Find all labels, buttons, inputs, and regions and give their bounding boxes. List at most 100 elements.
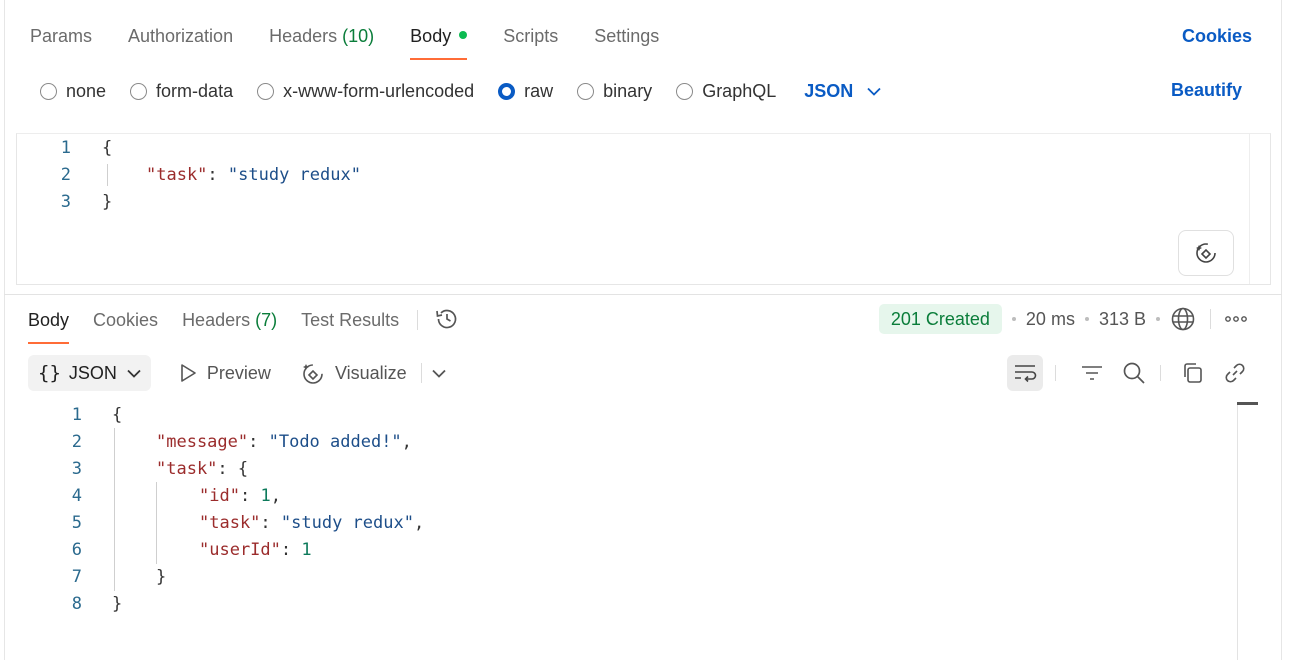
ai-assist-button[interactable]	[1178, 230, 1234, 276]
code-line: }	[156, 567, 167, 587]
language-value: JSON	[804, 80, 854, 101]
tab-params[interactable]: Params	[30, 22, 92, 60]
json-comma: ,	[270, 486, 281, 506]
line-number: 8	[71, 594, 82, 614]
json-number: 1	[260, 486, 271, 506]
radio-label: none	[66, 80, 107, 101]
visualize-options-button[interactable]	[432, 369, 446, 378]
editor-scrollbar[interactable]	[1249, 134, 1250, 284]
globe-icon	[1171, 307, 1195, 331]
code-line: "message": "Todo added!",	[156, 432, 412, 452]
beautify-button[interactable]: Beautify	[1171, 80, 1242, 101]
json-key: "userId"	[199, 540, 281, 560]
response-time[interactable]: 20 ms	[1026, 309, 1075, 330]
json-string: "study redux"	[280, 513, 414, 533]
json-key: "message"	[156, 432, 249, 452]
json-punctuation: : {	[217, 459, 249, 479]
tab-label: Cookies	[93, 310, 159, 330]
filter-button[interactable]	[1074, 355, 1110, 391]
tab-label: Authorization	[128, 26, 234, 46]
preview-label: Preview	[206, 362, 271, 383]
separator	[1210, 309, 1211, 329]
visualize-button[interactable]: Visualize	[301, 361, 407, 385]
separator-dot	[1156, 317, 1160, 321]
format-value: JSON	[68, 362, 117, 383]
line-number: 2	[71, 432, 82, 452]
json-colon: :	[239, 486, 261, 506]
line-number: 3	[71, 459, 82, 479]
tab-settings[interactable]: Settings	[594, 22, 659, 60]
json-colon: :	[280, 540, 302, 560]
request-tabs: Params Authorization Headers (10) Body S…	[30, 22, 659, 62]
json-string: "study redux"	[227, 165, 361, 185]
radio-x-www-form-urlencoded[interactable]: x-www-form-urlencoded	[257, 81, 474, 102]
cookies-button[interactable]: Cookies	[1182, 26, 1252, 47]
tab-separator	[417, 310, 419, 330]
response-tab-headers[interactable]: Headers (7)	[182, 306, 277, 344]
tab-label: Test Results	[301, 310, 400, 330]
response-body-viewer[interactable]: 1 2 3 4 5 6 7 8 { "message": "Todo added…	[0, 400, 1240, 660]
response-size[interactable]: 313 B	[1099, 309, 1146, 330]
response-format-select[interactable]: {} JSON	[28, 355, 151, 391]
json-comma: ,	[401, 432, 412, 452]
tab-authorization[interactable]: Authorization	[128, 22, 233, 60]
tab-body[interactable]: Body	[410, 22, 468, 60]
ai-assist-icon	[1196, 243, 1216, 263]
play-icon	[181, 364, 196, 382]
filter-icon	[1082, 366, 1102, 380]
response-tab-test-results[interactable]: Test Results	[301, 306, 399, 344]
copy-icon	[1184, 363, 1202, 383]
radio-circle	[257, 82, 275, 100]
braces-icon: {}	[38, 362, 61, 384]
tab-label: Body	[410, 26, 452, 46]
code-line: {	[112, 405, 123, 425]
radio-none[interactable]: none	[40, 81, 106, 102]
line-number: 2	[60, 165, 71, 185]
tab-label: Body	[28, 310, 70, 330]
radio-binary[interactable]: binary	[577, 81, 652, 102]
radio-raw[interactable]: raw	[498, 81, 553, 102]
modified-dot-icon	[459, 31, 468, 40]
tab-headers[interactable]: Headers (10)	[269, 22, 374, 60]
history-button[interactable]	[434, 306, 460, 337]
json-number: 1	[301, 540, 312, 560]
response-toolbar: {} JSON Preview Visualize	[28, 354, 446, 392]
tab-label: Scripts	[503, 26, 559, 46]
separator-dot	[1084, 317, 1089, 321]
json-colon: :	[260, 513, 281, 533]
more-horizontal-icon	[1225, 316, 1247, 322]
radio-label: form-data	[156, 80, 234, 101]
json-string: "Todo added!"	[268, 432, 402, 452]
response-tab-cookies[interactable]: Cookies	[93, 306, 158, 344]
preview-button[interactable]: Preview	[179, 363, 271, 384]
language-select[interactable]: JSON	[804, 81, 881, 102]
separator-dot	[1011, 317, 1016, 321]
panel-divider[interactable]	[4, 294, 1282, 295]
response-scrollbar-track[interactable]	[1237, 402, 1238, 660]
json-colon: :	[207, 165, 228, 185]
response-scrollbar-thumb[interactable]	[1237, 402, 1258, 405]
indent-guide	[156, 482, 157, 564]
network-info-button[interactable]	[1170, 306, 1196, 332]
search-button[interactable]	[1116, 355, 1152, 391]
radio-form-data[interactable]: form-data	[130, 81, 233, 102]
more-actions-button[interactable]	[1225, 315, 1247, 323]
link-icon	[1225, 363, 1245, 383]
copy-button[interactable]	[1175, 355, 1211, 391]
response-tab-body[interactable]: Body	[28, 306, 70, 344]
radio-circle	[130, 82, 148, 100]
wrap-lines-button[interactable]	[1007, 355, 1043, 391]
radio-graphql[interactable]: GraphQL	[676, 81, 776, 102]
json-key: "id"	[199, 486, 240, 506]
indent-guide	[114, 428, 115, 591]
separator	[1160, 365, 1161, 381]
status-badge[interactable]: 201 Created	[878, 304, 1002, 334]
copy-link-button[interactable]	[1217, 355, 1253, 391]
tab-scripts[interactable]: Scripts	[503, 22, 558, 60]
code-line: }	[102, 192, 113, 212]
tab-label: Headers	[182, 310, 251, 330]
json-key: "task"	[146, 165, 208, 185]
code-line: {	[102, 138, 113, 158]
request-body-editor[interactable]: 1 2 3 { "task": "study redux" }	[16, 133, 1271, 285]
radio-label: binary	[603, 80, 653, 101]
